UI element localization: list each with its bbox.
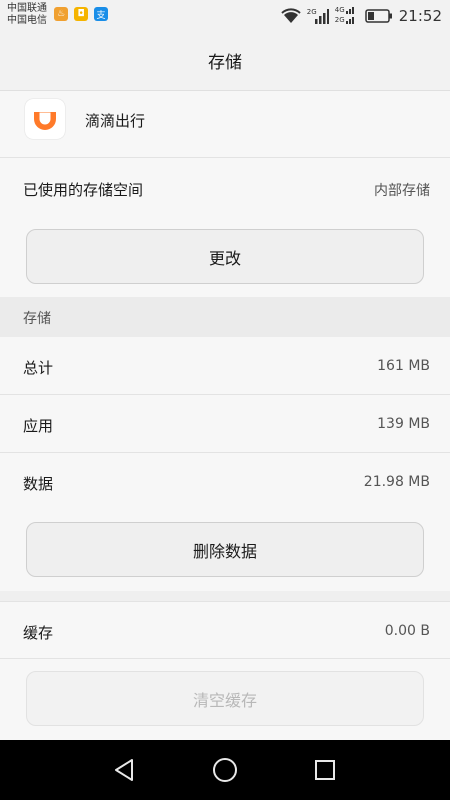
clock: 21:52 (398, 7, 442, 25)
spacer (0, 149, 450, 157)
title-bar: 存储 (0, 30, 450, 91)
app-name: 滴滴出行 (85, 112, 146, 130)
status-right: 2G 4G 2G 21:52 (281, 6, 442, 26)
total-label: 总计 (23, 359, 54, 377)
data-size-row: 数据 21.98 MB (0, 453, 450, 511)
alipay-icon: 支 (94, 7, 108, 21)
spacer (0, 591, 450, 601)
storage-location-label: 已使用的存储空间 (23, 181, 144, 199)
carrier-info: 中国联通 中国电信 (7, 3, 47, 27)
recents-icon[interactable] (314, 759, 336, 781)
notification-app-icon: ♨ (54, 7, 68, 21)
storage-section-title: 存储 (23, 311, 51, 327)
delete-data-button-area: 删除数据 (0, 511, 450, 591)
storage-location-value: 内部存储 (374, 183, 430, 199)
storage-location-row: 已使用的存储空间 内部存储 (0, 157, 450, 219)
total-row: 总计 161 MB (0, 337, 450, 395)
page-title: 存储 (208, 52, 242, 73)
battery-icon (365, 9, 392, 23)
home-icon[interactable] (212, 757, 238, 783)
total-value: 161 MB (377, 358, 430, 374)
app-size-row: 应用 139 MB (0, 395, 450, 453)
signal-1-icon: 2G (307, 8, 329, 24)
data-size-value: 21.98 MB (363, 474, 430, 490)
wifi-icon (281, 8, 301, 23)
data-size-label: 数据 (23, 475, 54, 493)
change-button[interactable]: 更改 (26, 229, 424, 284)
signal-2-icon: 4G 2G (335, 6, 359, 26)
notification-bag-icon: ◘ (74, 7, 88, 21)
cache-value: 0.00 B (384, 623, 430, 639)
delete-data-button[interactable]: 删除数据 (26, 522, 424, 577)
back-icon[interactable] (112, 758, 136, 782)
didi-app-icon (25, 99, 65, 139)
app-size-value: 139 MB (377, 416, 430, 432)
carrier-1: 中国联通 (7, 3, 47, 14)
notification-icons: ♨ ◘ 支 (54, 7, 108, 21)
clear-cache-button-area: 清空缓存 (0, 659, 450, 740)
change-button-area: 更改 (0, 219, 450, 297)
navigation-bar (0, 740, 450, 800)
clear-cache-button[interactable]: 清空缓存 (26, 671, 424, 726)
app-size-label: 应用 (23, 417, 54, 435)
status-bar: 中国联通 中国电信 ♨ ◘ 支 2G 4G 2G 21:52 (0, 0, 450, 30)
carrier-2: 中国电信 (7, 15, 47, 26)
cache-label: 缓存 (23, 624, 54, 642)
cache-row: 缓存 0.00 B (0, 601, 450, 659)
app-header: 滴滴出行 (0, 91, 450, 150)
storage-section-header: 存储 (0, 297, 450, 337)
